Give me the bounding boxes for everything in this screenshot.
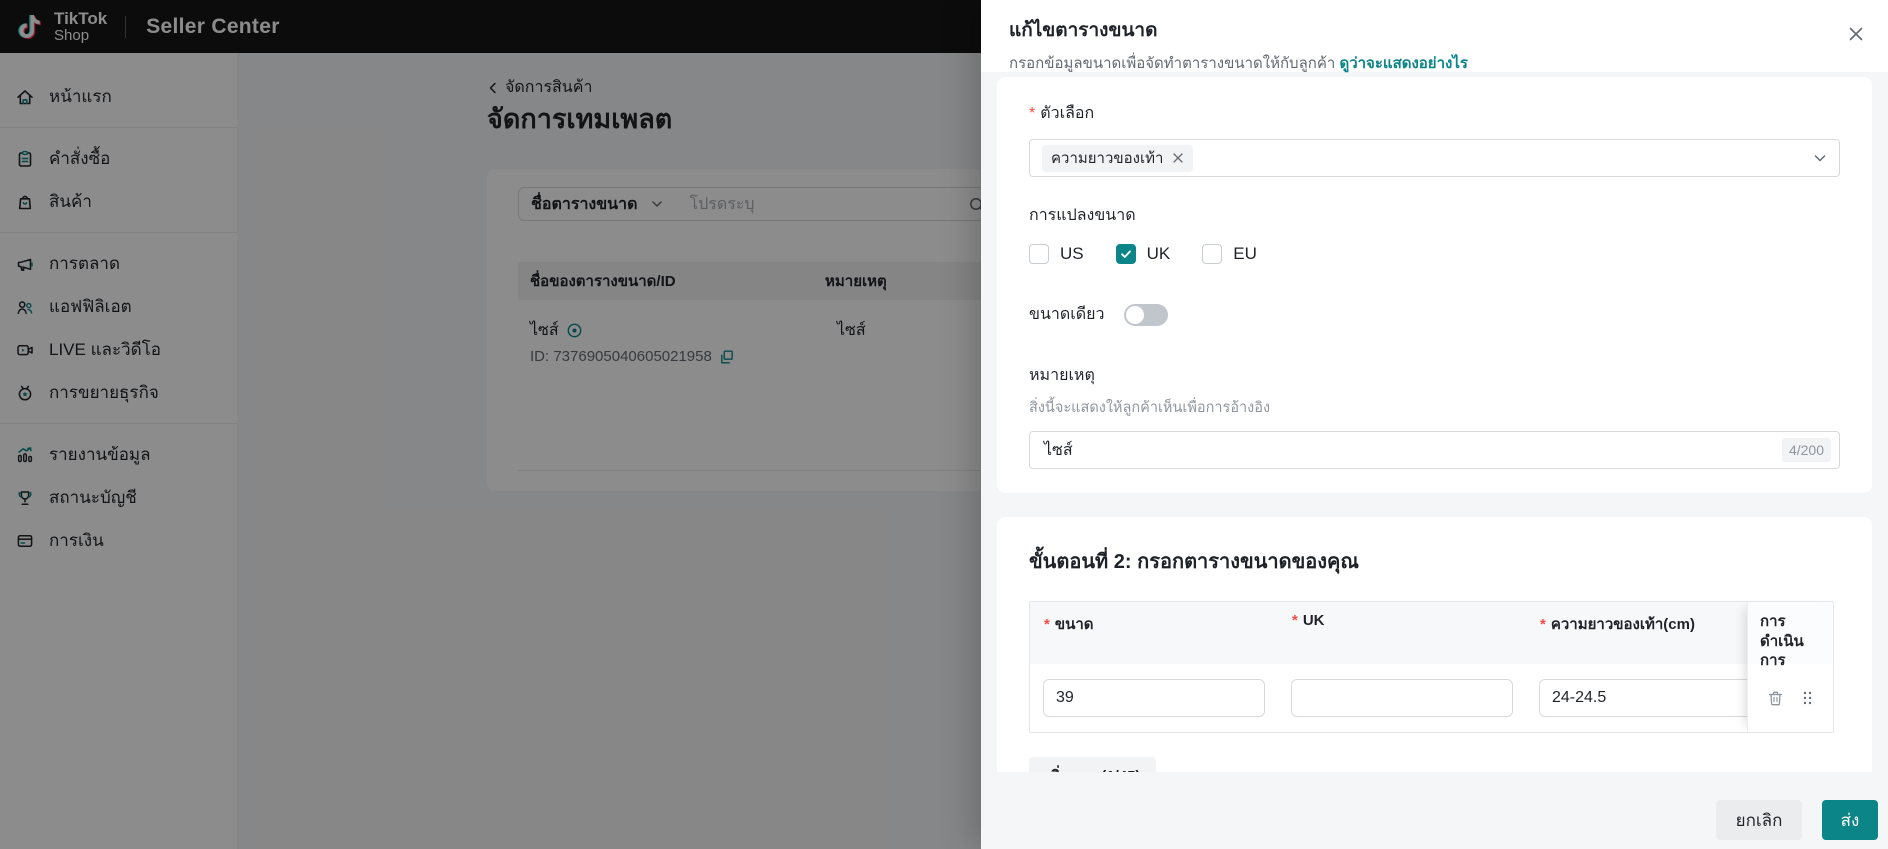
action-column: การดำเนินการ bbox=[1747, 602, 1833, 732]
drag-dots-icon bbox=[1803, 691, 1812, 705]
drag-handle[interactable] bbox=[1801, 690, 1814, 706]
size-table-header: * ขนาด * UK * ความยาวของเท้า(cm) bbox=[1030, 602, 1833, 664]
option-tag: ความยาวของเท้า bbox=[1042, 144, 1194, 172]
checkbox-label: US bbox=[1060, 244, 1084, 263]
trash-icon bbox=[1768, 691, 1783, 705]
checkbox-box bbox=[1202, 244, 1223, 264]
cancel-button[interactable]: ยกเลิก bbox=[1716, 800, 1802, 840]
checkbox-label: EU bbox=[1233, 244, 1257, 263]
seller-center-app: TikTok Shop Seller Center หน้าแรก คำสั่ง… bbox=[0, 0, 1888, 849]
conversion-options: US UK EU bbox=[1029, 244, 1840, 264]
column-foot-length: * ความยาวของเท้า(cm) bbox=[1540, 616, 1695, 633]
drawer-footer: ยกเลิก ส่ง bbox=[981, 772, 1888, 849]
drawer-header: แก้ไขตารางขนาด กรอกข้อมูลขนาดเพื่อจัดทำต… bbox=[981, 0, 1888, 72]
step1-card: * ตัวเลือก ความยาวของเท้า การแปลงขนาด US… bbox=[997, 77, 1872, 493]
foot-length-input[interactable] bbox=[1539, 679, 1761, 717]
options-label: * ตัวเลือก bbox=[1029, 105, 1095, 122]
conversion-label: การแปลงขนาด bbox=[1029, 207, 1136, 224]
chevron-down-icon bbox=[1814, 155, 1826, 162]
note-label: หมายเหตุ bbox=[1029, 367, 1095, 384]
step2-heading: ขั้นตอนที่ 2: กรอกตารางขนาดของคุณ bbox=[1029, 551, 1359, 573]
single-size-toggle[interactable] bbox=[1124, 303, 1169, 326]
column-action: การดำเนินการ bbox=[1748, 602, 1833, 669]
edit-size-chart-drawer: แก้ไขตารางขนาด กรอกข้อมูลขนาดเพื่อจัดทำต… bbox=[981, 0, 1888, 849]
uk-input[interactable] bbox=[1291, 679, 1513, 717]
checkbox-uk[interactable]: UK bbox=[1115, 244, 1171, 264]
note-input[interactable]: ไซส์ 4/200 bbox=[1029, 431, 1840, 469]
single-size-label: ขนาดเดียว bbox=[1029, 306, 1105, 323]
checkbox-eu[interactable]: EU bbox=[1202, 244, 1257, 264]
note-value: ไซส์ bbox=[1044, 441, 1073, 459]
checkbox-label: UK bbox=[1146, 244, 1171, 263]
column-size: * ขนาด bbox=[1044, 616, 1094, 633]
drawer-body: * ตัวเลือก ความยาวของเท้า การแปลงขนาด US… bbox=[981, 72, 1888, 772]
single-size-row: ขนาดเดียว bbox=[1029, 302, 1840, 327]
close-button[interactable] bbox=[1844, 22, 1868, 51]
submit-button[interactable]: ส่ง bbox=[1822, 800, 1878, 840]
checkbox-box bbox=[1115, 244, 1136, 264]
close-icon bbox=[1849, 27, 1863, 41]
remove-tag-icon[interactable] bbox=[1172, 152, 1184, 164]
size-input[interactable] bbox=[1043, 679, 1265, 717]
checkbox-us[interactable]: US bbox=[1029, 244, 1084, 264]
toggle-knob bbox=[1126, 305, 1145, 324]
drawer-subtitle-text: กรอกข้อมูลขนาดเพื่อจัดทำตารางขนาดให้กับล… bbox=[1009, 55, 1336, 72]
option-tag-label: ความยาวของเท้า bbox=[1051, 150, 1164, 167]
delete-row-button[interactable] bbox=[1767, 690, 1784, 707]
step2-card: ขั้นตอนที่ 2: กรอกตารางขนาดของคุณ * ขนาด … bbox=[997, 517, 1872, 772]
char-counter: 4/200 bbox=[1781, 438, 1831, 462]
drawer-title: แก้ไขตารางขนาด bbox=[1009, 20, 1158, 41]
add-row-button[interactable]: เพิ่มแถว (1/45) bbox=[1029, 757, 1157, 772]
preview-link[interactable]: ดูว่าจะแสดงอย่างไร bbox=[1339, 55, 1467, 72]
size-chart-table: *ขนาด *UK *ความยาวของเท้า(cm) การดำเนินก… bbox=[1029, 601, 1834, 733]
column-uk: * UK bbox=[1292, 612, 1325, 629]
checkbox-box bbox=[1029, 244, 1049, 264]
drawer-subtitle: กรอกข้อมูลขนาดเพื่อจัดทำตารางขนาดให้กับล… bbox=[1009, 51, 1860, 75]
required-asterisk: * bbox=[1029, 105, 1036, 122]
options-select[interactable]: ความยาวของเท้า bbox=[1029, 139, 1840, 177]
check-icon bbox=[1120, 250, 1131, 258]
note-helper: สิ่งนี้จะแสดงให้ลูกค้าเห็นเพื่อการอ้างอิ… bbox=[1029, 400, 1271, 416]
size-table-row bbox=[1030, 664, 1833, 732]
